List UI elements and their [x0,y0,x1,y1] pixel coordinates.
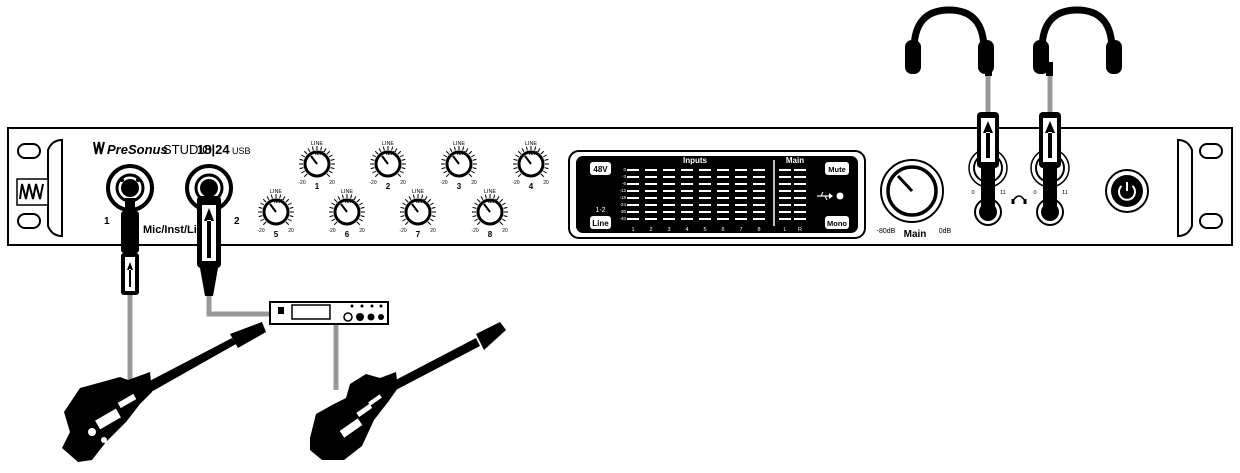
branding: PreSonus STUDIO 18|24 USB [93,141,251,157]
input1-cable-plug [121,198,139,295]
gain-knob-scale-max: 20 [329,180,335,186]
gain-knob-scale-min: -20 [399,228,406,234]
gain-knob-number: 8 [488,230,493,239]
input-channel-label: 5 [703,227,706,233]
rack-effects-unit-icon [269,301,389,325]
gain-knob-number: 7 [416,230,421,239]
model-suffix: USB [232,146,251,156]
db-scale-label: -3 [622,174,626,179]
gain-knob-scale-max: 20 [288,228,294,234]
gain-knob-mic-label: MIC [274,199,284,205]
db-scale-label: -6 [622,181,626,186]
hp2-max: 11 [1062,190,1068,196]
db-scale-label: -12 [619,188,626,193]
gain-knob-scale-max: 20 [430,228,436,234]
gain-knob-mic-label: MIC [345,199,355,205]
guitar-icon [62,322,266,462]
gain-knob-line-label: LINE [412,189,425,195]
combo-input-1-number: 1 [104,216,110,227]
gain-knob-number: 6 [345,230,350,239]
input-channel-label: 7 [739,227,742,233]
headphones-icon [1033,6,1122,76]
48v-button-label: 48V [593,165,608,174]
gain-knob-scale-max: 20 [471,180,477,186]
gain-knob-scale-min: -20 [471,228,478,234]
input-channel-label: 8 [757,227,760,233]
inputs-title: Inputs [683,156,708,165]
main-channel-label: L [783,227,786,233]
gain-knob-line-label: LINE [525,141,538,147]
gain-knob-number: 2 [386,182,391,191]
gain-knob-line-label: LINE [453,141,466,147]
main-volume-knob[interactable] [880,159,944,223]
db-scale-label: -18 [619,195,626,200]
db-scale-label: -30 [619,209,626,214]
pair-label: 1-2 [595,207,605,214]
gain-knob-number: 4 [529,182,534,191]
presonus-logo-icon [16,178,49,206]
mute-button-label: Mute [828,165,846,174]
gain-knob-number: 3 [457,182,462,191]
main-knob-min: -80dB [877,228,896,235]
main-knob-label: Main [904,229,927,240]
gain-knob-line-label: LINE [341,189,354,195]
gain-knob-scale-min: -20 [328,228,335,234]
gain-knob-line-label: LINE [484,189,497,195]
gain-knob-line-label: LINE [311,141,324,147]
gain-knob-mic-label: MIC [457,151,467,157]
guitar-icon [310,322,506,460]
gain-knob-scale-max: 20 [400,180,406,186]
gain-knob-scale-min: -20 [369,180,376,186]
rack-to-input2-cable [206,285,276,317]
hp2-min: 0 [1033,190,1036,196]
hp1-min: 0 [971,190,974,196]
input-channel-label: 4 [685,227,688,233]
brand-logo: PreSonus [107,142,168,157]
meter-panel: 48V 1-2 Line Inputs Main 0-3-6-12-18-24-… [568,150,866,239]
model-number: 18|24 [197,142,230,157]
input-channel-label: 3 [667,227,670,233]
gain-knob-mic-label: MIC [386,151,396,157]
db-scale-label: -24 [619,202,626,207]
line-button-label: Line [592,219,609,228]
gain-knob-scale-min: -20 [257,228,264,234]
main-channel-label: R [798,227,802,233]
gain-knob-mic-label: MIC [488,199,498,205]
input-channel-label: 2 [649,227,652,233]
gain-knob-scale-min: -20 [512,180,519,186]
gain-knob-number: 5 [274,230,279,239]
input-channel-label: 1 [631,227,634,233]
gain-knob-scale-min: -20 [440,180,447,186]
studio-1824-connection-diagram: PreSonus STUDIO 18|24 USB 1 2 Mic/Inst/L… [7,6,1233,462]
main-knob-max: 0dB [939,228,952,235]
mono-button-label: Mono [827,219,847,228]
gain-knob-number: 1 [315,182,320,191]
hp1-max: 11 [1000,190,1006,196]
gain-knob-line-label: LINE [270,189,283,195]
gain-knob-scale-max: 20 [543,180,549,186]
headphones-icon [905,6,994,76]
combo-input-2-number: 2 [234,216,240,227]
input-channel-label: 6 [721,227,724,233]
main-title: Main [786,156,804,165]
gain-knob-mic-label: MIC [315,151,325,157]
gain-knob-mic-label: MIC [416,199,426,205]
db-scale-label: -40 [619,216,626,221]
gain-knob-scale-max: 20 [359,228,365,234]
meter-panel-screen [576,156,858,233]
gain-knob-mic-label: MIC [529,151,539,157]
input2-xlr-plug [197,196,221,296]
gain-knob-scale-min: -20 [298,180,305,186]
gain-knob-scale-max: 20 [502,228,508,234]
usb-status-led [836,192,844,200]
gain-knob-line-label: LINE [382,141,395,147]
